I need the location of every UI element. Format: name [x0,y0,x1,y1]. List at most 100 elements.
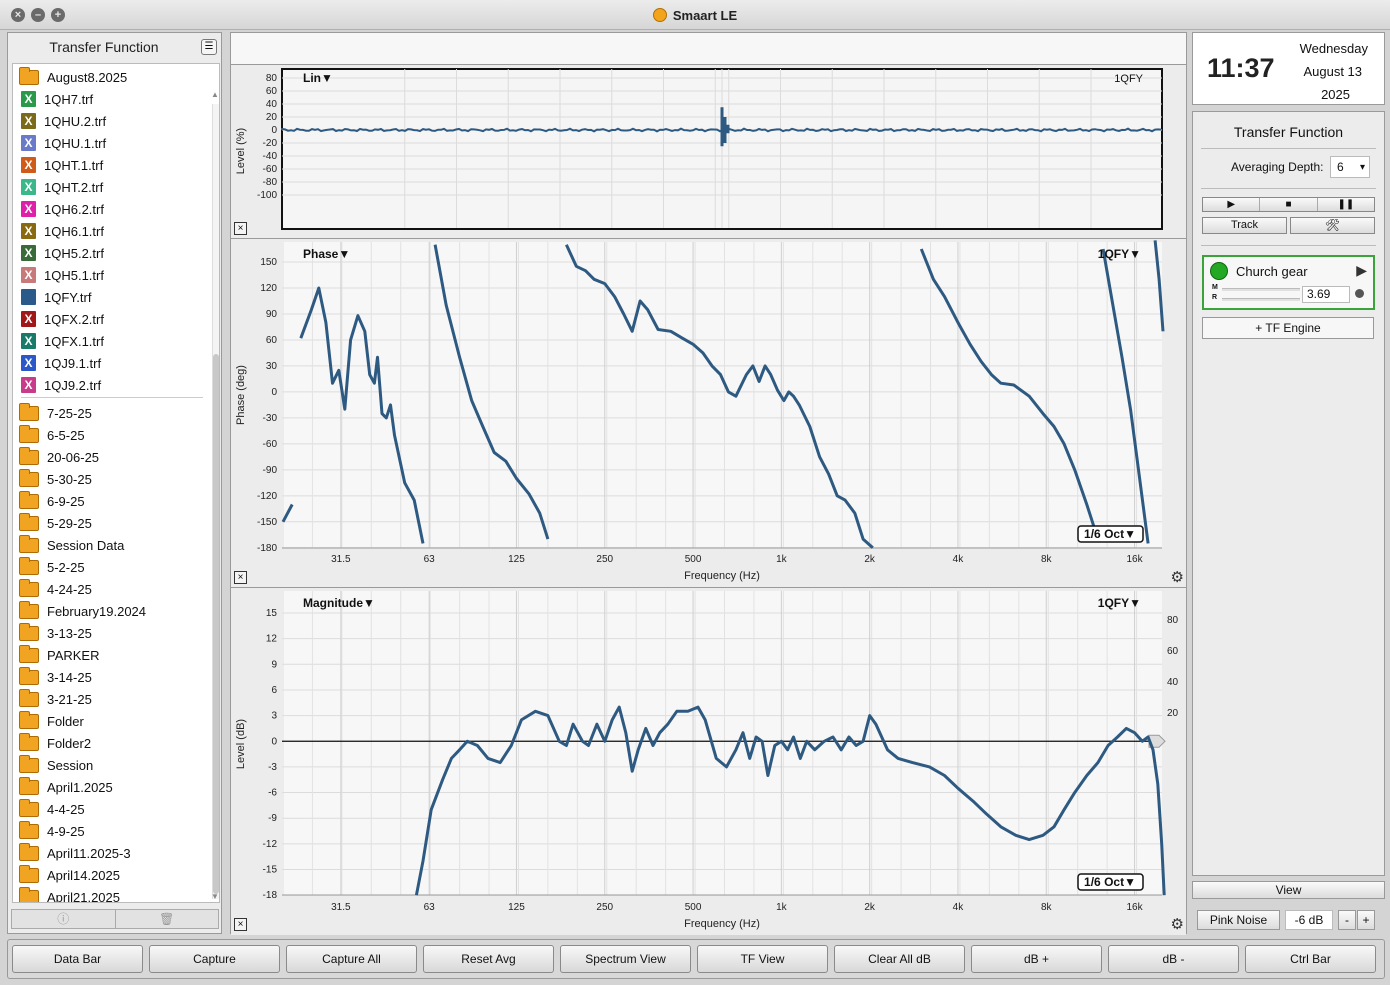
phase-y-tick: -180 [257,543,277,554]
tree-file[interactable]: X 1QFX.1.trf [13,330,208,352]
tf-control-panel: Transfer Function Averaging Depth: 6 ▶ ■… [1192,111,1385,876]
tree-folder[interactable]: Folder [13,710,208,732]
meter-m-label: M [1212,284,1218,291]
scroll-down-icon[interactable]: ▼ [211,892,219,901]
phase-trace-selector[interactable]: 1QFY▼ [1098,247,1141,261]
clock-day: Wednesday [1299,41,1368,56]
tree-folder[interactable]: Session Data [13,534,208,556]
phase-y-tick: 60 [266,335,278,346]
engine-status-led[interactable] [1210,262,1228,280]
mag-x-tick: 4k [953,902,965,913]
spreadsheet-file-icon: X [21,245,36,261]
close-graph-icon[interactable]: × [234,571,247,584]
record-icon[interactable] [1355,289,1364,298]
tree-file[interactable]: X 1QFX.2.trf [13,308,208,330]
tree-file[interactable]: X 1QJ9.1.trf [13,352,208,374]
trash-icon[interactable]: 🗑 [116,910,219,928]
tree-file[interactable]: X 1QHT.1.trf [13,154,208,176]
view-button[interactable]: View [1192,881,1385,899]
add-tf-engine-button[interactable]: + TF Engine [1202,317,1374,339]
tree-folder[interactable]: April14.2025 [13,864,208,886]
tree-folder[interactable]: April1.2025 [13,776,208,798]
mag-x-tick: 250 [596,902,613,913]
reset-avg-button[interactable]: Reset Avg [423,945,554,973]
tools-icon[interactable]: 🛠 [1290,217,1375,234]
ir-trace-name: 1QFY [1114,73,1143,85]
capture-button[interactable]: Capture [149,945,280,973]
magnitude-mode-selector[interactable]: Magnitude▼ [303,596,375,610]
close-graph-icon[interactable]: × [234,918,247,931]
tree-folder[interactable]: 7-25-25 [13,402,208,424]
magnitude-trace-selector[interactable]: 1QFY▼ [1098,596,1141,610]
folder-icon [19,688,39,707]
phase-smoothing-selector[interactable]: 1/6 Oct▼ [1084,527,1136,541]
tree-file[interactable]: X 1QHU.1.trf [13,132,208,154]
scroll-up-icon[interactable]: ▲ [211,90,219,99]
data-bar-button[interactable]: Data Bar [12,945,143,973]
tree-folder[interactable]: 3-14-25 [13,666,208,688]
db-button[interactable]: dB - [1108,945,1239,973]
folder-icon [19,864,39,883]
scroll-thumb[interactable] [213,354,219,894]
close-graph-icon[interactable]: × [234,222,247,235]
tree-folder[interactable]: 4-24-25 [13,578,208,600]
engine-play-icon[interactable]: ▶ [1356,262,1367,279]
ctrl-bar-button[interactable]: Ctrl Bar [1245,945,1376,973]
phase-mode-selector[interactable]: Phase▼ [303,247,350,261]
tree-file[interactable]: 1QFY.trf [13,286,208,308]
ir-y-tick: 80 [266,73,278,84]
tree-folder[interactable]: 5-2-25 [13,556,208,578]
pause-button[interactable]: ❚❚ [1318,198,1374,211]
gear-icon[interactable]: ⚙ [1171,915,1184,933]
tree-folder[interactable]: 5-30-25 [13,468,208,490]
tree-folder[interactable]: 3-13-25 [13,622,208,644]
info-icon[interactable]: ⓘ [12,910,116,928]
generator-gain-field[interactable]: -6 dB [1285,910,1333,930]
panel-menu-icon[interactable]: ☰ [201,39,217,55]
tree-folder[interactable]: Session [13,754,208,776]
tree-folder[interactable]: 5-29-25 [13,512,208,534]
spectrum-view-button[interactable]: Spectrum View [560,945,691,973]
capture-all-button[interactable]: Capture All [286,945,417,973]
averaging-depth-label: Averaging Depth: [1231,160,1324,174]
tree-file[interactable]: X 1QHU.2.trf [13,110,208,132]
tf-view-button[interactable]: TF View [697,945,828,973]
ir-mode-selector[interactable]: Lin▼ [303,71,333,85]
engine-delay-field[interactable]: 3.69 [1302,286,1350,303]
tree-scrollbar[interactable] [212,104,219,899]
phase-x-tick: 125 [508,554,525,565]
stop-button[interactable]: ■ [1260,198,1318,211]
tree-file[interactable]: X 1QH7.trf [13,88,208,110]
tree-folder[interactable]: PARKER [13,644,208,666]
tree-folder[interactable]: February19.2024 [13,600,208,622]
tree-file[interactable]: X 1QH6.2.trf [13,198,208,220]
folder-icon [19,490,39,509]
clear-all-db-button[interactable]: Clear All dB [834,945,965,973]
tree-folder[interactable]: 3-21-25 [13,688,208,710]
tree-folder[interactable]: 6-5-25 [13,424,208,446]
tree-file[interactable]: X 1QH5.1.trf [13,264,208,286]
tree-file[interactable]: X 1QH5.2.trf [13,242,208,264]
averaging-depth-select[interactable]: 6 [1330,156,1370,178]
tree-folder[interactable]: 6-9-25 [13,490,208,512]
mag-x-tick: 16k [1126,902,1143,913]
tree-folder-open[interactable]: August8.2025 [13,66,208,88]
signal-generator-button[interactable]: Pink Noise [1197,910,1280,930]
tree-folder[interactable]: Folder2 [13,732,208,754]
tree-folder[interactable]: 20-06-25 [13,446,208,468]
track-button[interactable]: Track [1202,217,1287,234]
tf-engine-card[interactable]: Church gear ▶ M R 3.69 [1202,255,1375,310]
gain-decrease-button[interactable]: - [1338,910,1356,930]
tree-folder[interactable]: April21.2025 [13,886,208,902]
gain-increase-button[interactable]: + [1357,910,1375,930]
play-button[interactable]: ▶ [1203,198,1261,211]
gear-icon[interactable]: ⚙ [1171,568,1184,586]
tree-file[interactable]: X 1QH6.1.trf [13,220,208,242]
magnitude-smoothing-selector[interactable]: 1/6 Oct▼ [1084,875,1136,889]
tree-file[interactable]: X 1QJ9.2.trf [13,374,208,396]
tree-folder[interactable]: 4-4-25 [13,798,208,820]
tree-folder[interactable]: 4-9-25 [13,820,208,842]
tree-folder[interactable]: April11.2025-3 [13,842,208,864]
db-button[interactable]: dB + [971,945,1102,973]
tree-file[interactable]: X 1QHT.2.trf [13,176,208,198]
